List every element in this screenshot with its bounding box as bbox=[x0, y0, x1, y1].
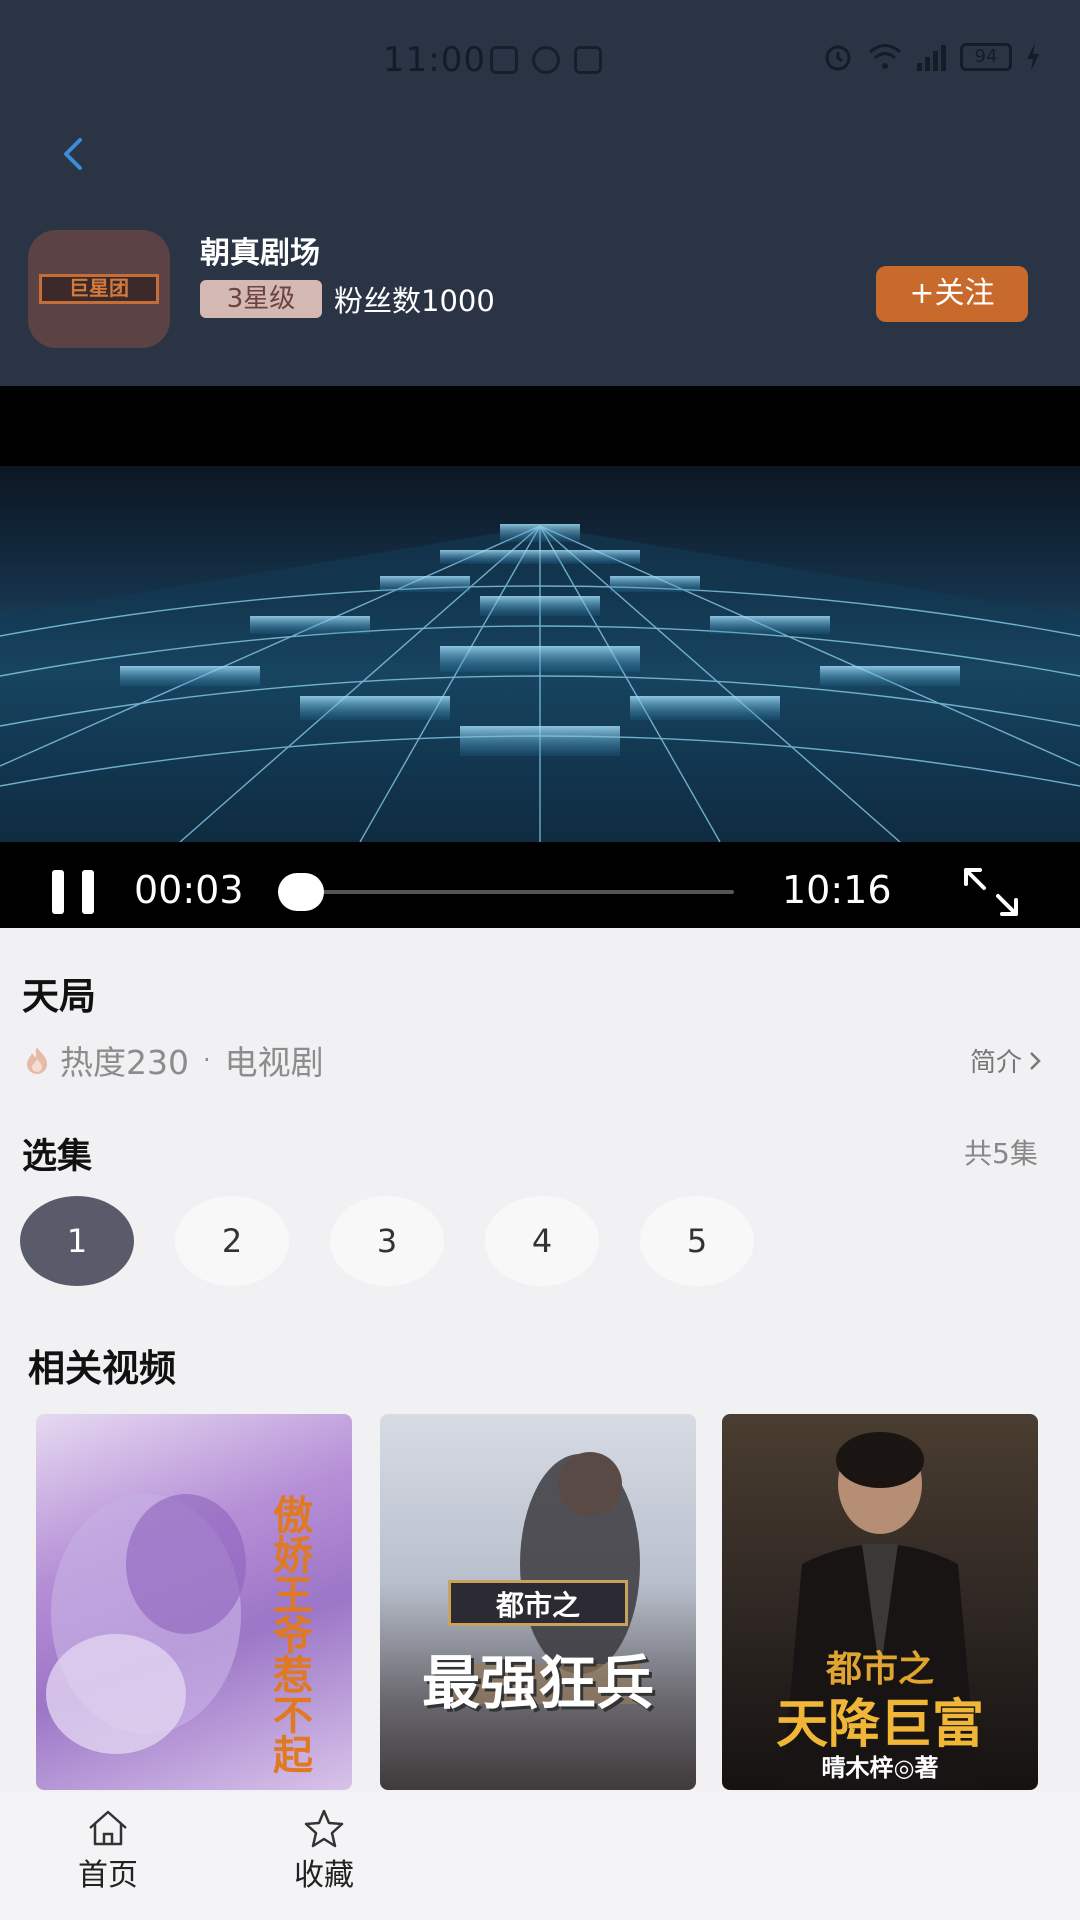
episode-button[interactable]: 1 bbox=[20, 1196, 134, 1286]
related-video-card[interactable]: 都市之 天降巨富 晴木梓◎著 bbox=[722, 1414, 1038, 1790]
status-bar: 11:00 94 bbox=[0, 0, 1080, 128]
related-video-card[interactable]: 傲娇王爷惹不起 bbox=[36, 1414, 352, 1790]
episodes-total: 共5集 bbox=[964, 1137, 1038, 1170]
nav-favorites-label: 收藏 bbox=[294, 1858, 354, 1893]
notification-icons bbox=[490, 46, 602, 74]
video-player[interactable]: 00:03 10:16 bbox=[0, 386, 1080, 928]
show-meta: 热度230 · 电视剧 bbox=[22, 1036, 324, 1084]
notification-icon bbox=[490, 46, 518, 74]
taobao-icon bbox=[574, 46, 602, 74]
video-scene bbox=[0, 524, 1080, 842]
episode-button[interactable]: 5 bbox=[640, 1196, 754, 1286]
poster-author: 晴木梓◎著 bbox=[821, 1754, 939, 1782]
video-frame[interactable] bbox=[0, 466, 1080, 842]
nav-home[interactable]: 首页 bbox=[48, 1808, 168, 1908]
home-icon bbox=[89, 1810, 127, 1846]
back-icon[interactable] bbox=[52, 132, 96, 176]
wifi-icon bbox=[869, 44, 901, 69]
seek-thumb[interactable] bbox=[278, 873, 325, 911]
bottom-nav: 首页 收藏 bbox=[0, 1792, 1080, 1920]
nav-home-label: 首页 bbox=[78, 1858, 138, 1893]
signal-icon bbox=[917, 43, 946, 71]
channel-header: 11:00 94 巨星团 朝真剧场 3星级 粉丝数1000 +关注 bbox=[0, 0, 1080, 386]
show-title: 天局 bbox=[22, 975, 96, 1018]
channel-avatar[interactable]: 巨星团 bbox=[28, 230, 170, 348]
current-time: 00:03 bbox=[134, 868, 244, 912]
pause-button[interactable] bbox=[50, 870, 98, 914]
nav-favorites[interactable]: 收藏 bbox=[264, 1808, 384, 1908]
episodes-title: 选集 bbox=[22, 1137, 93, 1177]
charging-icon bbox=[1027, 43, 1039, 71]
poster-title: 傲娇王爷惹不起 bbox=[266, 1494, 312, 1774]
seek-bar[interactable] bbox=[282, 890, 734, 894]
chevron-right-icon bbox=[1030, 1051, 1041, 1070]
channel-logo: 巨星团 bbox=[39, 274, 159, 304]
alarm-icon bbox=[825, 45, 851, 71]
category: 电视剧 bbox=[224, 1043, 324, 1082]
status-right-icons: 94 bbox=[823, 42, 1040, 72]
star-icon bbox=[304, 1809, 344, 1848]
follow-button[interactable]: +关注 bbox=[876, 266, 1028, 322]
heat-value: 热度230 bbox=[60, 1043, 189, 1082]
fullscreen-icon[interactable] bbox=[962, 866, 1020, 918]
related-video-card[interactable]: 都市之 最强狂兵 bbox=[380, 1414, 696, 1790]
status-time: 11:00 bbox=[383, 40, 486, 80]
poster-title: 天降巨富 bbox=[775, 1695, 984, 1755]
poster-title: 最强狂兵 bbox=[421, 1649, 654, 1717]
episode-button[interactable]: 3 bbox=[330, 1196, 444, 1286]
episode-button[interactable]: 2 bbox=[175, 1196, 289, 1286]
level-badge: 3星级 bbox=[200, 280, 322, 318]
fans-count: 粉丝数1000 bbox=[334, 284, 495, 318]
episode-button[interactable]: 4 bbox=[485, 1196, 599, 1286]
notification-icon bbox=[532, 46, 560, 74]
video-controls: 00:03 10:16 bbox=[0, 842, 1080, 928]
intro-link[interactable]: 简介 bbox=[970, 1042, 1042, 1079]
meta-separator: · bbox=[203, 1046, 211, 1074]
fire-icon bbox=[27, 1047, 47, 1074]
poster-subtitle: 都市之 bbox=[448, 1580, 628, 1626]
total-time: 10:16 bbox=[782, 868, 892, 912]
channel-name: 朝真剧场 bbox=[200, 236, 320, 271]
battery-icon: 94 bbox=[960, 43, 1012, 71]
related-title: 相关视频 bbox=[28, 1347, 176, 1390]
intro-label: 简介 bbox=[970, 1048, 1023, 1078]
